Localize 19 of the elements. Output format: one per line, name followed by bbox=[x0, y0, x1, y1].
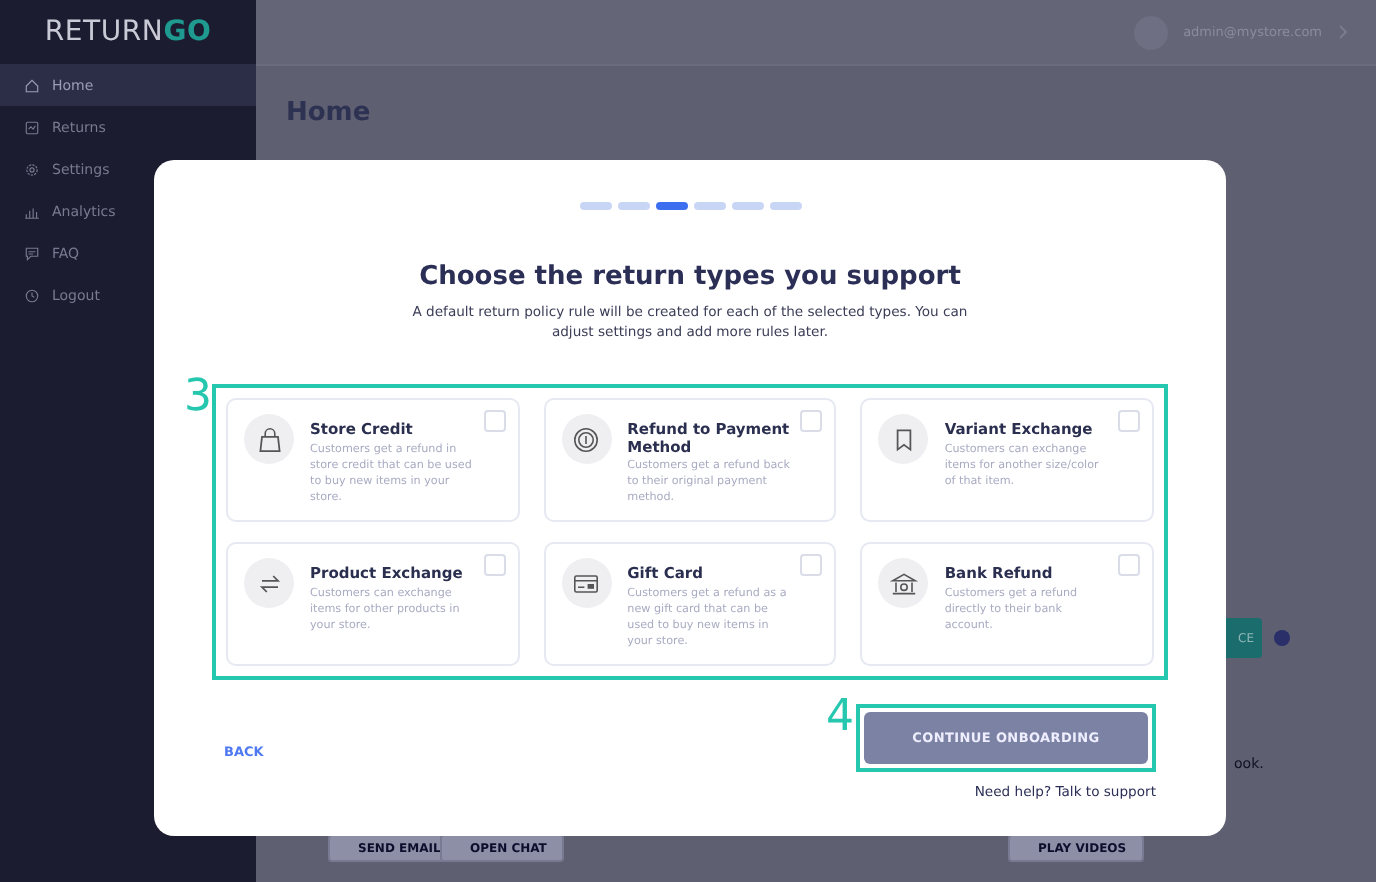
nav-icon bbox=[24, 119, 40, 135]
option-icon bbox=[570, 423, 603, 455]
returngo-logo: RETURNGO bbox=[42, 14, 214, 52]
annotation-number: 3 bbox=[184, 376, 212, 420]
checkbox[interactable] bbox=[1118, 410, 1140, 432]
option-icon bbox=[253, 423, 285, 455]
nav-icon bbox=[24, 245, 40, 261]
checkbox[interactable] bbox=[483, 410, 506, 432]
nav-icon bbox=[24, 161, 40, 177]
chevron-icon bbox=[1338, 24, 1348, 40]
modal-title: Choose the return types you support bbox=[419, 262, 961, 292]
checkbox[interactable] bbox=[1118, 554, 1140, 576]
nav-icon bbox=[24, 287, 40, 303]
checkbox[interactable] bbox=[800, 410, 823, 432]
annotation-number: 4 bbox=[826, 696, 854, 740]
checkbox[interactable] bbox=[800, 554, 823, 576]
checkbox[interactable] bbox=[483, 554, 506, 576]
nav-icon bbox=[24, 203, 40, 219]
nav-icon bbox=[24, 77, 40, 93]
